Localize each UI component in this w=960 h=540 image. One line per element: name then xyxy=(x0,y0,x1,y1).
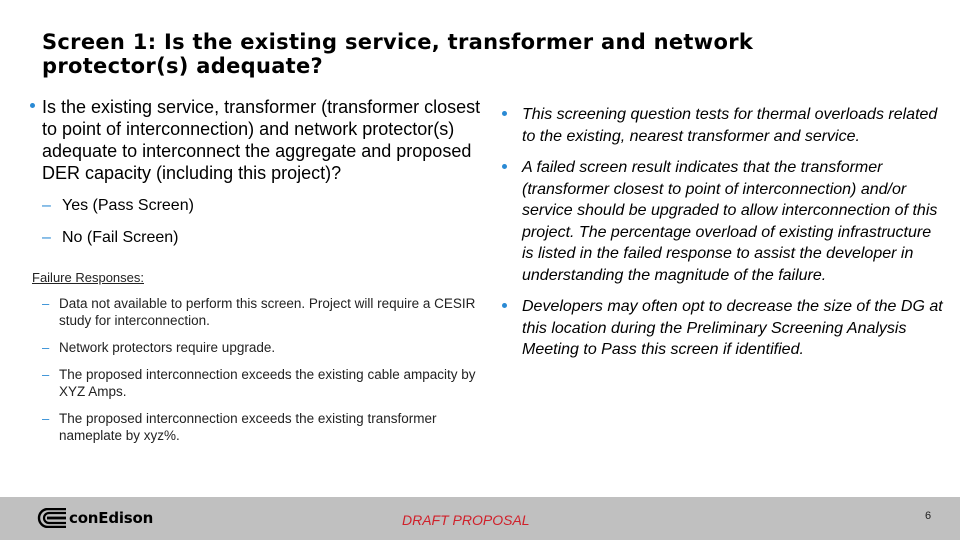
response-text: The proposed interconnection exceeds the… xyxy=(59,367,476,399)
dash-icon: – xyxy=(42,367,50,382)
bullet-icon xyxy=(502,164,507,169)
con-edison-logo-icon xyxy=(37,508,66,528)
list-item: – Network protectors require upgrade. xyxy=(42,339,500,356)
page-number: 6 xyxy=(925,510,932,522)
note-text: A failed screen result indicates that th… xyxy=(522,159,938,284)
failure-responses-heading: Failure Responses: xyxy=(32,270,144,285)
note-item: Developers may often opt to decrease the… xyxy=(500,296,945,361)
note-text: Developers may often opt to decrease the… xyxy=(522,298,943,358)
failure-responses-list: – Data not available to perform this scr… xyxy=(30,295,500,444)
dash-icon: – xyxy=(42,197,51,214)
dash-icon: – xyxy=(42,229,51,246)
bullet-icon xyxy=(502,111,507,116)
list-item: – The proposed interconnection exceeds t… xyxy=(42,410,500,444)
response-text: The proposed interconnection exceeds the… xyxy=(59,411,437,443)
dash-icon: – xyxy=(42,340,50,355)
right-column: This screening question tests for therma… xyxy=(500,104,945,371)
answer-options: – Yes (Pass Screen) – No (Fail Screen) xyxy=(30,196,500,248)
slide-title: Screen 1: Is the existing service, trans… xyxy=(42,30,754,78)
note-item: A failed screen result indicates that th… xyxy=(500,157,945,286)
slide-footer: conEdison DRAFT PROPOSAL 6 xyxy=(0,497,960,540)
option-no: – No (Fail Screen) xyxy=(42,228,500,248)
screening-question: Is the existing service, transformer (tr… xyxy=(30,96,500,184)
dash-icon: – xyxy=(42,296,50,311)
list-item: – The proposed interconnection exceeds t… xyxy=(42,366,500,400)
logo-text: conEdison xyxy=(69,509,154,527)
con-edison-logo: conEdison xyxy=(36,508,153,528)
option-label: Yes (Pass Screen) xyxy=(62,197,194,214)
bullet-icon xyxy=(502,303,507,308)
question-text: Is the existing service, transformer (tr… xyxy=(42,97,481,183)
bullet-icon xyxy=(30,103,35,108)
draft-label: DRAFT PROPOSAL xyxy=(402,512,530,528)
list-item: – Data not available to perform this scr… xyxy=(42,295,500,329)
option-yes: – Yes (Pass Screen) xyxy=(42,196,500,216)
note-text: This screening question tests for therma… xyxy=(522,106,938,145)
response-text: Network protectors require upgrade. xyxy=(59,340,276,355)
response-text: Data not available to perform this scree… xyxy=(59,296,476,328)
option-label: No (Fail Screen) xyxy=(62,229,179,246)
left-column: Is the existing service, transformer (tr… xyxy=(30,96,500,454)
note-item: This screening question tests for therma… xyxy=(500,104,945,147)
dash-icon: – xyxy=(42,411,50,426)
